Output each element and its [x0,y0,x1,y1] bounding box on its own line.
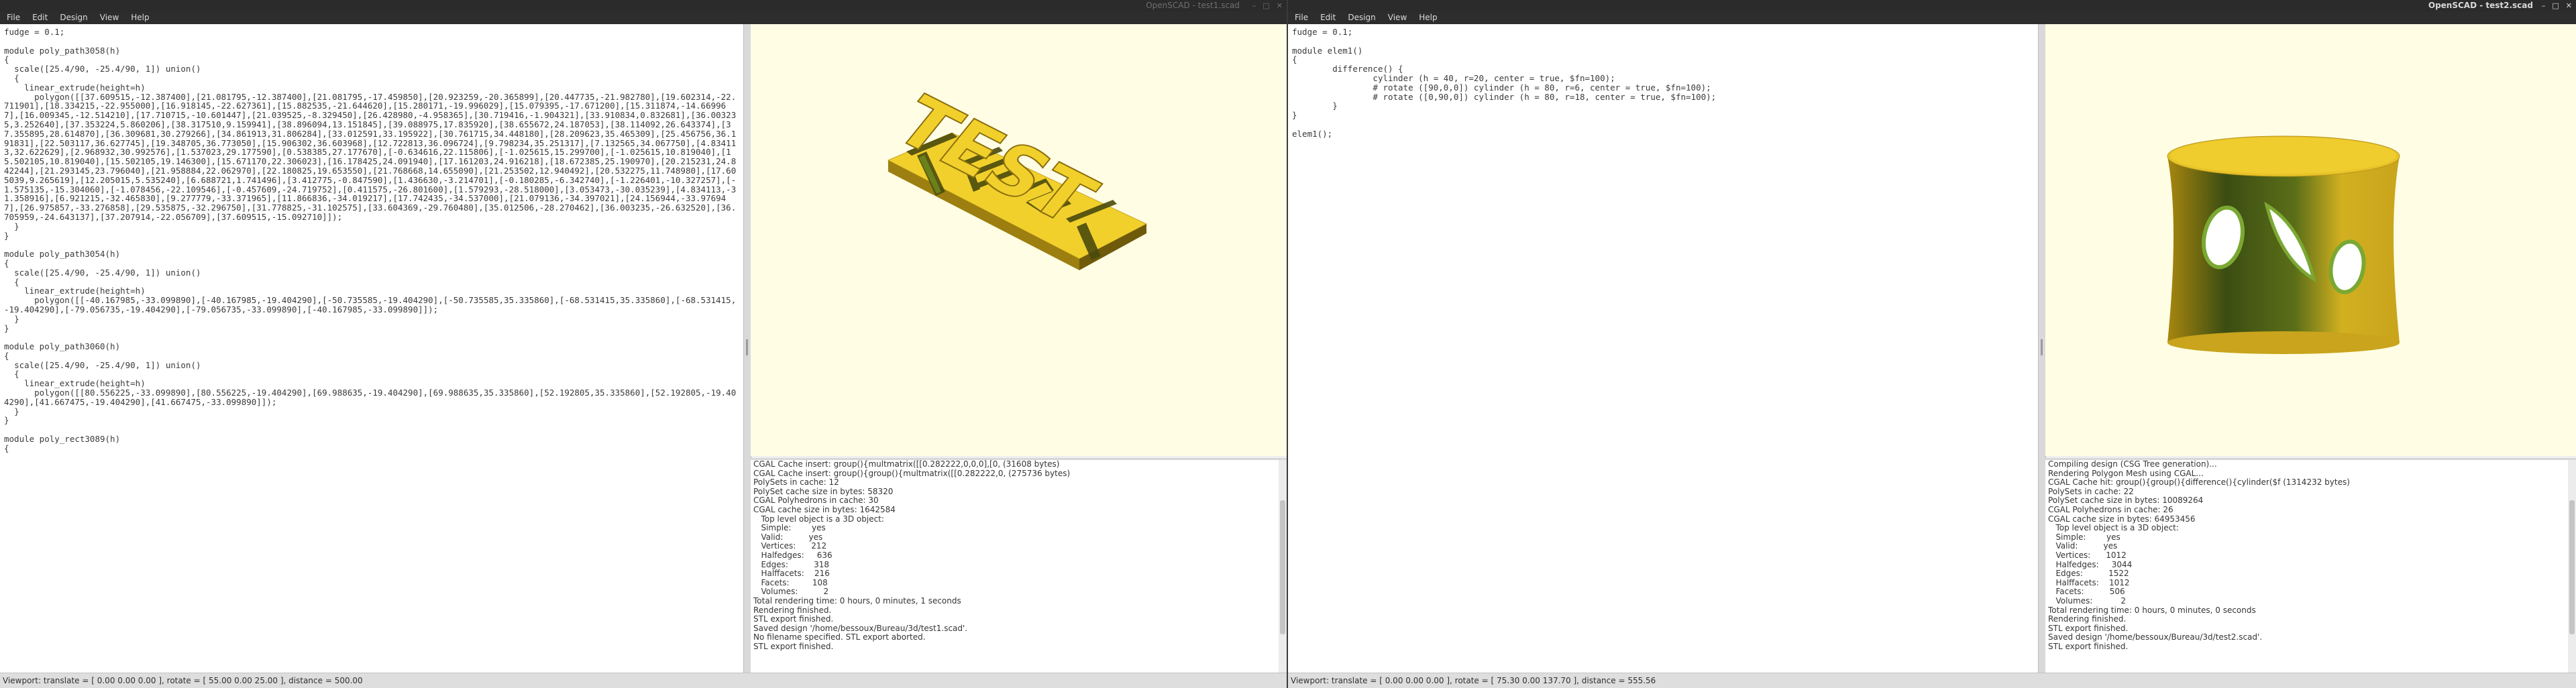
maximize-icon[interactable]: □ [2552,0,2559,11]
test-plate-model: TEST [878,81,1148,270]
console-line: STL export finished. [753,614,834,624]
title-bar[interactable]: OpenSCAD - test1.scad – □ ✕ [0,0,1287,11]
menu-bar: File Edit Design View Help [1288,11,2576,24]
3d-viewport[interactable]: TEST [751,24,1287,456]
console-line: Halfedges: 636 [753,550,833,560]
console-line: Edges: 1522 [2048,569,2129,579]
console-output[interactable]: CGAL Cache insert: group(){multmatrix([[… [751,458,1287,675]
console-line: CGAL Polyhedrons in cache: 30 [753,496,879,506]
console-line: Halffacets: 216 [753,569,830,579]
console-line: Simple: yes [2048,532,2121,542]
console-line: Rendering Polygon Mesh using CGAL... [2048,468,2204,478]
console-line: Top level object is a 3D object: [753,514,884,524]
close-icon[interactable]: ✕ [2566,0,2572,11]
status-bar: Viewport: translate = [ 0.00 0.00 0.00 ]… [1288,673,2576,688]
console-line: Volumes: 2 [2048,595,2126,606]
menu-file[interactable]: File [1295,11,1308,24]
console-line: Volumes: 2 [753,587,829,597]
console-line: Valid: yes [2048,541,2118,551]
console-line: Rendering finished. [753,605,832,615]
console-line: STL export finished. [753,641,834,651]
window-title: OpenSCAD - test2.scad [2428,1,2533,10]
console-line: CGAL cache size in bytes: 1642584 [753,504,896,514]
minimize-icon[interactable]: – [1252,0,1256,11]
console-lines: Compiling design (CSG Tree generation)..… [2045,460,2576,651]
console-line: Valid: yes [753,532,823,542]
console-line: Compiling design (CSG Tree generation)..… [2048,459,2217,469]
cylinder-model [2167,135,2400,354]
console-lines: CGAL Cache insert: group(){multmatrix([[… [751,460,1287,651]
menu-bar: File Edit Design View Help [0,11,1287,24]
console-line: No filename specified. STL export aborte… [753,632,926,642]
code-editor[interactable]: fudge = 0.1; module elem1() { difference… [1288,24,2039,673]
close-icon[interactable]: ✕ [1277,0,1283,11]
console-line: PolySets in cache: 12 [753,477,839,488]
console-scrollbar[interactable] [1279,460,1287,675]
console-line: STL export finished. [2048,623,2129,633]
menu-help[interactable]: Help [1419,11,1437,24]
console-line: CGAL cache size in bytes: 64953456 [2048,514,2196,524]
console-line: Saved design '/home/bessoux/Bureau/3d/te… [2048,632,2263,642]
console-line: PolySets in cache: 22 [2048,486,2134,496]
console-line: Vertices: 1012 [2048,550,2127,560]
maximize-icon[interactable]: □ [1263,0,1269,11]
console-line: CGAL Cache insert: group(){multmatrix([[… [753,459,1060,469]
code-editor[interactable]: fudge = 0.1; module poly_path3058(h) { s… [0,24,744,673]
console-line: Top level object is a 3D object: [2048,523,2179,533]
openscad-window-test1: OpenSCAD - test1.scad – □ ✕ File Edit De… [0,0,1287,688]
console-line: Simple: yes [753,523,826,533]
menu-view[interactable]: View [100,11,119,24]
menu-file[interactable]: File [7,11,20,24]
console-output[interactable]: Compiling design (CSG Tree generation)..… [2045,458,2576,675]
console-line: STL export finished. [2048,641,2129,651]
console-line: Total rendering time: 0 hours, 0 minutes… [753,595,961,606]
console-scroll-thumb[interactable] [2569,500,2575,634]
console-line: PolySet cache size in bytes: 58320 [753,486,894,496]
console-line: CGAL Cache insert: group(){group(){multm… [753,468,1071,478]
console-line: Facets: 108 [753,577,828,587]
window-title: OpenSCAD - test1.scad [1146,1,1240,10]
menu-edit[interactable]: Edit [32,11,48,24]
console-line: PolySet cache size in bytes: 10089264 [2048,496,2204,506]
splitter-handle-icon[interactable] [746,339,748,355]
console-line: Vertices: 212 [753,541,827,551]
menu-edit[interactable]: Edit [1320,11,1336,24]
console-line: Halffacets: 1012 [2048,577,2130,587]
console-line: Halfedges: 3044 [2048,559,2133,569]
openscad-window-test2: OpenSCAD - test2.scad – □ ✕ File Edit De… [1288,0,2576,688]
console-line: Facets: 506 [2048,587,2125,597]
console-scrollbar[interactable] [2568,460,2576,675]
console-scroll-thumb[interactable] [1280,500,1285,634]
console-line: CGAL Polyhedrons in cache: 26 [2048,504,2174,514]
splitter-handle-icon[interactable] [2041,339,2043,355]
menu-design[interactable]: Design [1348,11,1375,24]
minimize-icon[interactable]: – [2542,0,2546,11]
editor-text[interactable]: fudge = 0.1; module elem1() { difference… [1288,24,2038,142]
editor-text[interactable]: fudge = 0.1; module poly_path3058(h) { s… [0,24,743,457]
console-line: Saved design '/home/bessoux/Bureau/3d/te… [753,623,968,633]
console-line: Total rendering time: 0 hours, 0 minutes… [2048,605,2256,615]
menu-design[interactable]: Design [60,11,87,24]
3d-viewport[interactable] [2045,24,2576,456]
status-bar: Viewport: translate = [ 0.00 0.00 0.00 ]… [0,673,1287,688]
menu-help[interactable]: Help [131,11,149,24]
console-line: CGAL Cache hit: group(){group(){differen… [2048,477,2350,488]
menu-view[interactable]: View [1388,11,1407,24]
console-line: Edges: 318 [753,559,829,569]
console-line: Rendering finished. [2048,614,2127,624]
title-bar[interactable]: OpenSCAD - test2.scad – □ ✕ [1288,0,2576,11]
